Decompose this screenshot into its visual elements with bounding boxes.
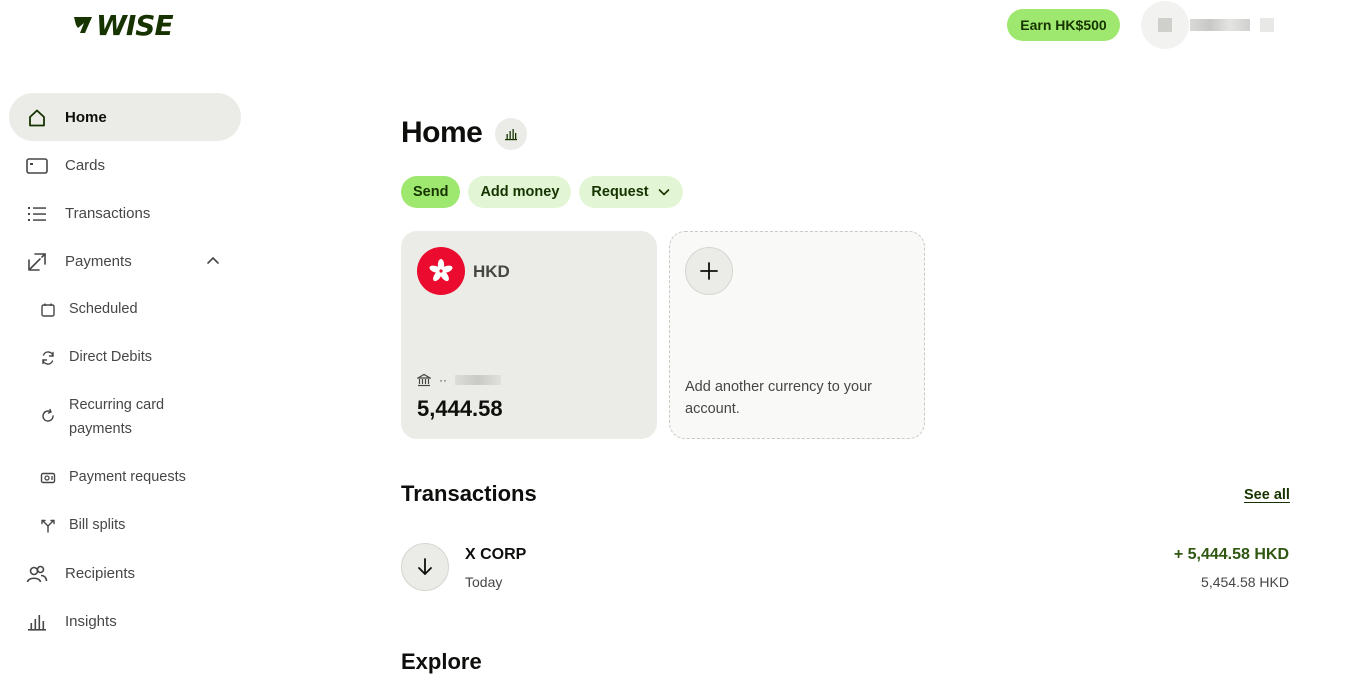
home-icon [26, 107, 48, 129]
sidebar-subitem-label: Direct Debits [69, 349, 152, 365]
add-currency-text: Add another currency to your account. [685, 379, 872, 417]
sidebar-item-label: Transactions [65, 204, 151, 222]
sidebar: Home Cards Transactions Payments Schedul… [9, 93, 241, 645]
sidebar-subitem-label: Recurring card payments [69, 397, 165, 437]
insights-button[interactable] [495, 118, 527, 150]
chevron-up-icon[interactable] [205, 253, 221, 269]
see-all-link[interactable]: See all [1244, 487, 1290, 503]
earn-referral-button[interactable]: Earn HK$500 [1007, 9, 1120, 41]
sidebar-item-transactions[interactable]: Transactions [9, 189, 241, 237]
sidebar-subitem-label: Scheduled [69, 301, 138, 317]
hkd-flag-icon [417, 247, 465, 295]
chevron-down-icon [658, 189, 669, 196]
transaction-amount: + 5,444.58 HKD [1173, 546, 1289, 563]
sidebar-subitem-scheduled[interactable]: Scheduled [9, 285, 241, 333]
incoming-arrow-icon [401, 543, 449, 591]
payments-icon [26, 251, 48, 273]
sidebar-item-label: Cards [65, 156, 106, 174]
account-details: ·· [417, 373, 501, 387]
recurring-icon [39, 407, 57, 425]
sidebar-item-cards[interactable]: Cards [9, 141, 241, 189]
bank-icon [417, 373, 431, 387]
balance-amount: 5,444.58 [417, 396, 503, 421]
insights-icon [26, 611, 48, 633]
sidebar-subitem-label: Bill splits [69, 517, 126, 533]
sidebar-item-label: Home [65, 108, 107, 126]
sidebar-subitem-direct-debits[interactable]: Direct Debits [9, 333, 241, 381]
sidebar-item-recipients[interactable]: Recipients [9, 549, 241, 597]
transaction-name: X CORP [465, 546, 527, 563]
sidebar-item-label: Recipients [65, 564, 136, 582]
page-title: Home [401, 116, 483, 149]
avatar[interactable] [1141, 1, 1189, 49]
refresh-icon [39, 349, 57, 367]
request-label: Request [591, 184, 649, 200]
list-icon [26, 203, 48, 225]
transaction-date: Today [465, 574, 503, 590]
bill-split-icon [39, 517, 57, 535]
send-button[interactable]: Send [401, 176, 461, 208]
sidebar-subitem-payment-requests[interactable]: Payment requests [9, 453, 241, 501]
request-button[interactable]: Request [579, 176, 683, 208]
plus-icon [700, 262, 718, 280]
avatar-image-redacted [1158, 18, 1172, 32]
wise-flag-icon [74, 17, 92, 33]
transaction-row[interactable]: X CORP Today + 5,444.58 HKD 5,454.58 HKD [401, 543, 1289, 593]
sidebar-subitem-recurring-card-payments[interactable]: Recurring card payments [9, 381, 241, 453]
transactions-heading: Transactions [401, 481, 537, 506]
account-number-redacted [455, 375, 501, 385]
sidebar-subitem-bill-splits[interactable]: Bill splits [9, 501, 241, 549]
sidebar-item-home[interactable]: Home [9, 93, 241, 141]
wise-logo[interactable]: WISE [72, 8, 174, 42]
card-icon [26, 155, 48, 177]
sidebar-item-label: Insights [65, 612, 117, 630]
payment-request-icon [39, 469, 57, 487]
calendar-icon [39, 301, 57, 319]
bar-chart-icon [505, 129, 517, 141]
balance-card-hkd[interactable]: HKD ·· 5,444.58 [401, 231, 657, 439]
currency-code: HKD [473, 262, 510, 281]
user-name-redacted[interactable] [1190, 18, 1274, 32]
sidebar-item-payments[interactable]: Payments [9, 237, 241, 285]
add-money-button[interactable]: Add money [468, 176, 572, 208]
sidebar-item-label: Payments [65, 252, 132, 270]
sidebar-item-insights[interactable]: Insights [9, 597, 241, 645]
logo-wordmark: WISE [96, 8, 174, 42]
explore-heading: Explore [401, 649, 482, 674]
quick-actions: Send Add money Request [401, 176, 683, 208]
transaction-original-amount: 5,454.58 HKD [1201, 574, 1289, 590]
account-number-prefix: ·· [439, 373, 447, 387]
recipients-icon [26, 563, 48, 585]
add-currency-card[interactable]: Add another currency to your account. [669, 231, 925, 439]
add-currency-button[interactable] [685, 247, 733, 295]
sidebar-subitem-label: Payment requests [69, 469, 186, 485]
